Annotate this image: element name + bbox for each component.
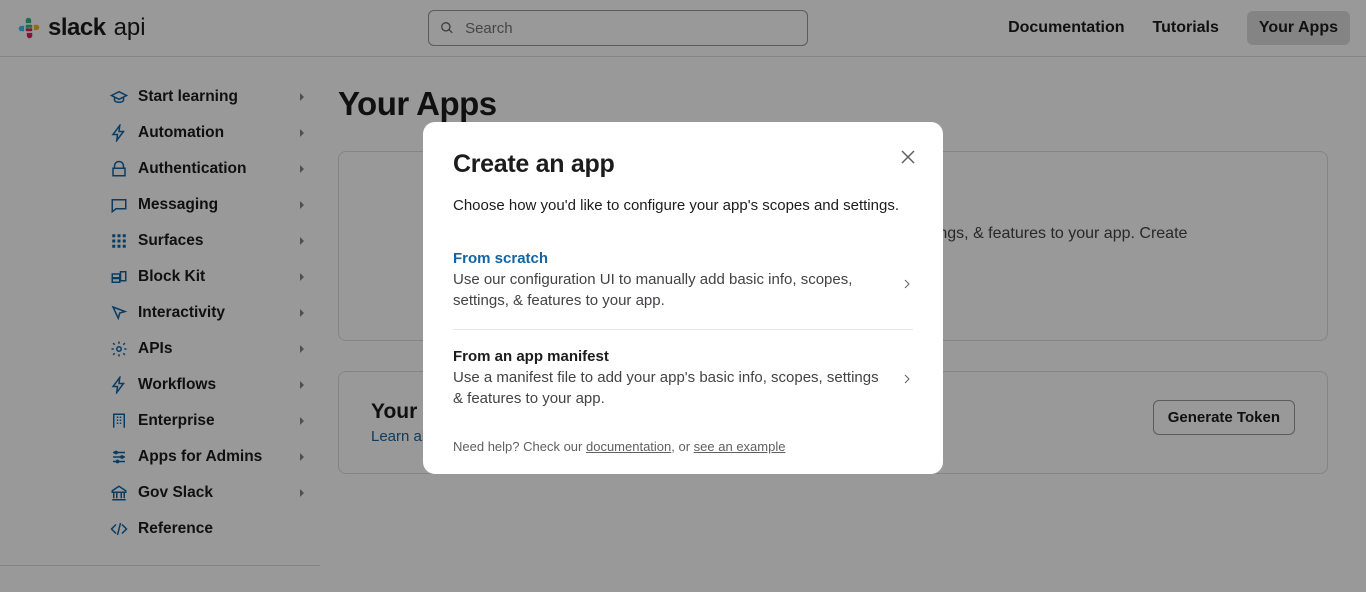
create-app-modal: Create an app Choose how you'd like to c…	[423, 122, 943, 474]
chevron-right-icon	[901, 373, 913, 385]
option-title: From an app manifest	[453, 348, 885, 365]
modal-subtitle: Choose how you'd like to configure your …	[453, 197, 913, 214]
chevron-right-icon	[901, 278, 913, 290]
option-from-scratch[interactable]: From scratch Use our configuration UI to…	[453, 238, 913, 329]
modal-title: Create an app	[453, 150, 913, 179]
example-link[interactable]: see an example	[694, 439, 786, 454]
modal-overlay[interactable]: Create an app Choose how you'd like to c…	[0, 0, 1366, 592]
option-from-manifest[interactable]: From an app manifest Use a manifest file…	[453, 329, 913, 427]
documentation-link[interactable]: documentation	[586, 439, 671, 454]
help-prefix: Need help? Check our	[453, 439, 586, 454]
option-title: From scratch	[453, 250, 885, 267]
option-desc: Use our configuration UI to manually add…	[453, 269, 885, 311]
modal-footer: Need help? Check our documentation, or s…	[453, 427, 913, 454]
option-desc: Use a manifest file to add your app's ba…	[453, 367, 885, 409]
close-icon[interactable]	[899, 148, 917, 166]
help-mid: , or	[671, 439, 693, 454]
